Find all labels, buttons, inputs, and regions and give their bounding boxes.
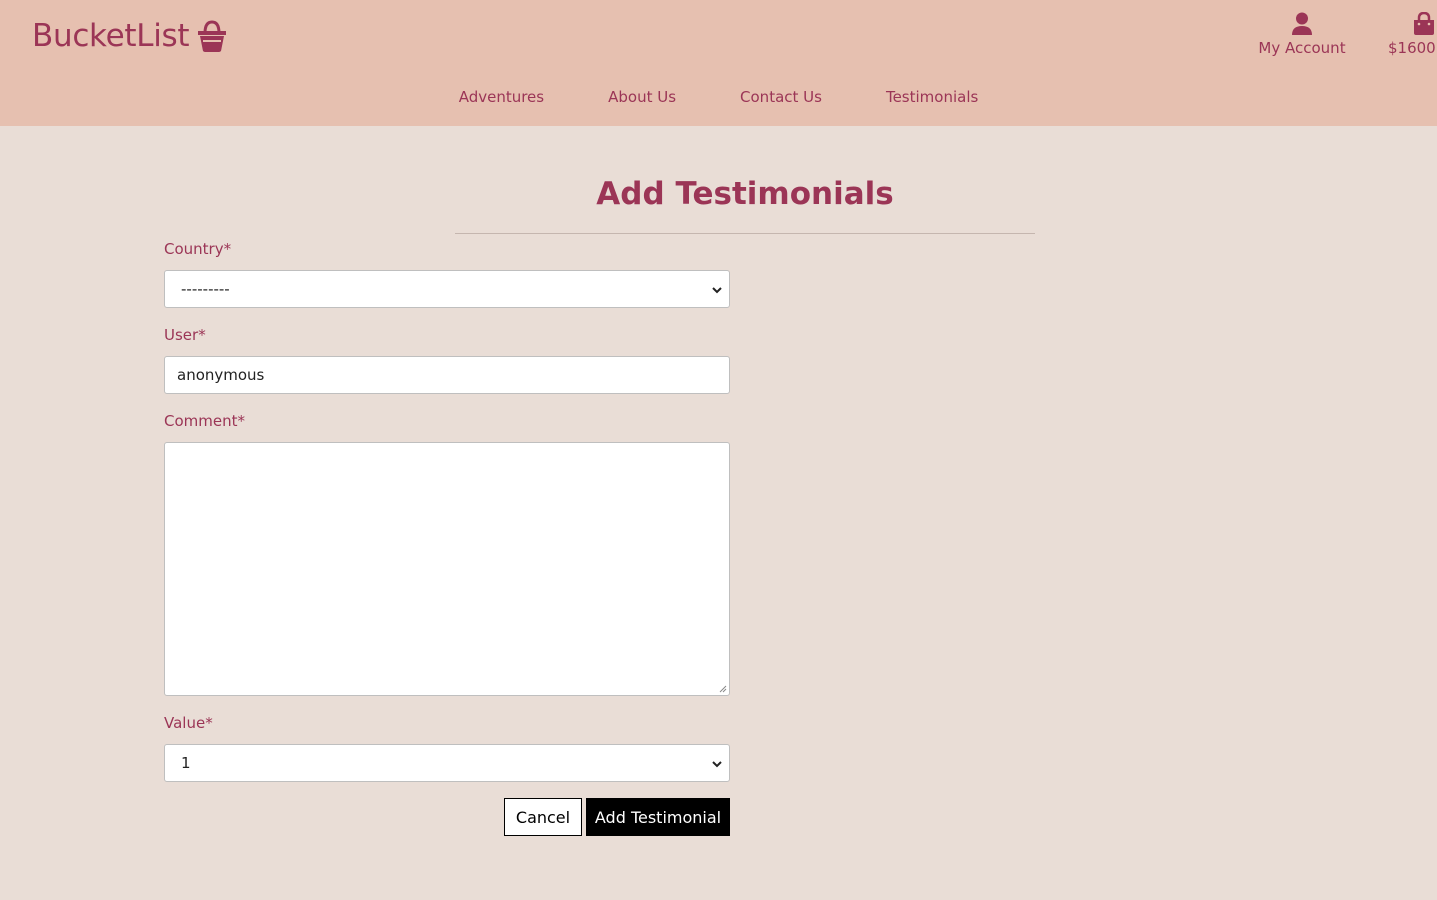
comment-textarea[interactable] (164, 442, 730, 696)
value-select[interactable]: 1 (164, 744, 730, 782)
basket-icon (198, 20, 227, 52)
page-title: Add Testimonials (596, 176, 894, 212)
logo-text: BucketList (32, 18, 190, 54)
nav-contact-us[interactable]: Contact Us (708, 88, 854, 106)
nav-testimonials[interactable]: Testimonials (854, 88, 1010, 106)
bag-total: $1600 (1388, 39, 1436, 57)
chevron-down-icon (712, 761, 722, 768)
shopping-bag-link[interactable]: $1600 (1388, 12, 1437, 57)
country-selected-value: --------- (181, 280, 230, 298)
user-value: anonymous (177, 366, 265, 384)
chevron-down-icon (712, 287, 722, 294)
user-input[interactable]: anonymous (164, 356, 730, 394)
resize-grip-icon[interactable] (719, 685, 727, 693)
user-icon (1292, 12, 1312, 35)
title-divider (455, 233, 1035, 234)
logo-link[interactable]: BucketList (32, 18, 227, 54)
cancel-button[interactable]: Cancel (504, 798, 582, 836)
value-selected-value: 1 (181, 754, 191, 772)
comment-label: Comment* (164, 412, 245, 430)
nav-adventures[interactable]: Adventures (427, 88, 576, 106)
shopping-bag-icon (1414, 12, 1434, 35)
user-label: User* (164, 326, 206, 344)
add-testimonial-button[interactable]: Add Testimonial (586, 798, 730, 836)
main-nav: Adventures About Us Contact Us Testimoni… (0, 88, 1437, 106)
my-account-link[interactable]: My Account (1252, 12, 1352, 57)
site-header: BucketList My Account $1600 Adventures A… (0, 0, 1437, 126)
country-select[interactable]: --------- (164, 270, 730, 308)
my-account-label: My Account (1258, 39, 1346, 57)
country-label: Country* (164, 240, 232, 258)
nav-about-us[interactable]: About Us (576, 88, 708, 106)
value-label: Value* (164, 714, 213, 732)
